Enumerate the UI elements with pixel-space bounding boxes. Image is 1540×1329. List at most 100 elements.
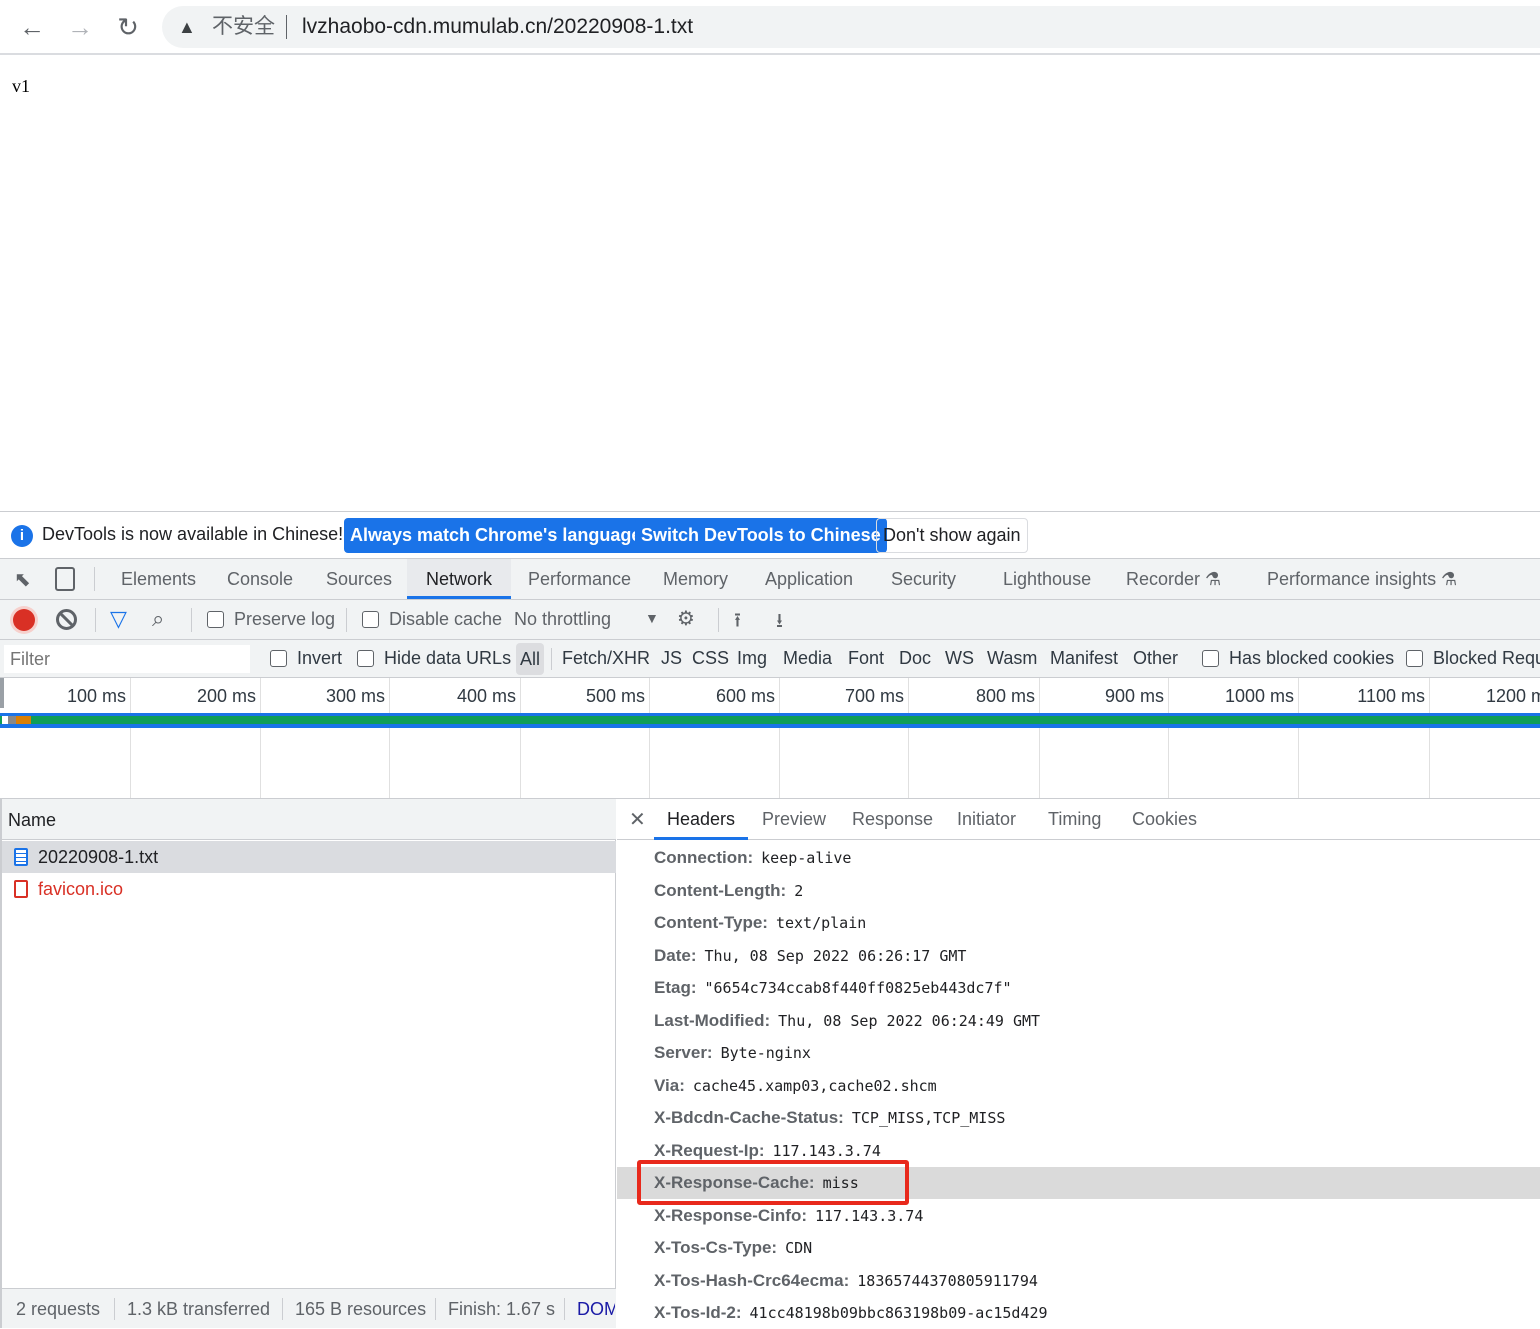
- response-header-row[interactable]: X-Bdcdn-Cache-Status: TCP_MISS,TCP_MISS: [617, 1102, 1540, 1134]
- response-header-row[interactable]: Last-Modified: Thu, 08 Sep 2022 06:24:49 …: [617, 1005, 1540, 1037]
- response-header-row[interactable]: X-Tos-Cs-Type: CDN: [617, 1232, 1540, 1264]
- tab-timing[interactable]: Timing: [1048, 809, 1101, 830]
- chevron-down-icon[interactable]: ▼: [645, 610, 659, 626]
- tab-security[interactable]: Security: [891, 559, 956, 599]
- blocked-requests-label: Blocked Requ: [1433, 648, 1540, 668]
- type-filter-font[interactable]: Font: [848, 648, 884, 669]
- request-row[interactable]: favicon.ico: [2, 873, 616, 905]
- reload-button[interactable]: ↻: [110, 10, 146, 46]
- tab-performance-insights[interactable]: Performance insights: [1267, 559, 1436, 599]
- invert-label: Invert: [297, 648, 343, 668]
- invert-checkbox[interactable]: [270, 650, 287, 667]
- export-har-icon[interactable]: ⭳: [776, 606, 783, 640]
- response-header-row[interactable]: X-Tos-Id-2: 41cc48198b09bbc863198b09-ac15…: [617, 1297, 1540, 1329]
- tab-elements[interactable]: Elements: [121, 559, 196, 599]
- header-name: Last-Modified:: [654, 1010, 771, 1030]
- tab-application[interactable]: Application: [765, 559, 853, 599]
- disable-cache-checkbox[interactable]: [362, 611, 379, 628]
- header-name: X-Tos-Cs-Type:: [654, 1238, 778, 1257]
- tab-response[interactable]: Response: [852, 809, 933, 830]
- import-har-icon[interactable]: ⭱: [734, 606, 741, 640]
- url-text[interactable]: lvzhaobo-cdn.mumulab.cn/20220908-1.txt: [302, 6, 693, 48]
- response-header-row[interactable]: Via: cache45.xamp03,cache02.shcm: [617, 1070, 1540, 1102]
- warning-icon: ▲: [178, 17, 196, 37]
- tab-cookies[interactable]: Cookies: [1132, 809, 1197, 830]
- timeline-handle[interactable]: [0, 678, 4, 708]
- type-filter-ws[interactable]: WS: [945, 648, 974, 669]
- record-button[interactable]: [13, 609, 35, 631]
- type-filter-js[interactable]: JS: [661, 648, 682, 669]
- type-filter-all[interactable]: All: [516, 643, 545, 675]
- timeline-tick-label: 600 ms: [715, 686, 775, 706]
- switch-to-chinese-button[interactable]: Switch DevTools to Chinese: [635, 518, 887, 553]
- response-header-row[interactable]: Content-Type: text/plain: [617, 907, 1540, 939]
- response-header-row[interactable]: Content-Length: 2: [617, 875, 1540, 907]
- inspect-element-icon[interactable]: ⬉: [14, 567, 31, 592]
- header-value: keep-alive: [761, 849, 852, 867]
- blocked-requests-checkbox[interactable]: [1406, 650, 1423, 667]
- response-header-row[interactable]: X-Tos-Hash-Crc64ecma: 1836574437080591179…: [617, 1265, 1540, 1297]
- preserve-log-checkbox[interactable]: [207, 611, 224, 628]
- network-conditions-icon[interactable]: ⚙: [677, 606, 695, 631]
- browser-toolbar: ← → ↻ ▲ 不安全 lvzhaobo-cdn.mumulab.cn/2022…: [0, 0, 1540, 55]
- security-label[interactable]: 不安全: [212, 6, 275, 48]
- timeline-tick-label: 1200 ms: [1485, 686, 1540, 706]
- timeline-gridline: [260, 678, 261, 798]
- request-row[interactable]: 20220908-1.txt: [2, 841, 616, 873]
- timeline-tick-label: 300 ms: [325, 686, 385, 706]
- type-filter-css[interactable]: CSS: [692, 648, 729, 669]
- tab-headers[interactable]: Headers: [654, 799, 749, 840]
- header-value: Thu, 08 Sep 2022 06:26:17 GMT: [704, 946, 967, 965]
- detail-tabs: ✕ Headers Preview Response Initiator Tim…: [617, 799, 1540, 840]
- tab-network[interactable]: Network: [407, 559, 511, 599]
- tab-console[interactable]: Console: [227, 559, 293, 599]
- header-name: Etag:: [654, 978, 697, 997]
- type-filter-fetch-xhr[interactable]: Fetch/XHR: [562, 648, 650, 669]
- type-filter-manifest[interactable]: Manifest: [1050, 648, 1118, 669]
- filter-icon[interactable]: ▽: [110, 606, 127, 632]
- name-column-header[interactable]: Name: [2, 799, 616, 840]
- header-value: 18365744370805911794: [857, 1271, 1038, 1290]
- has-blocked-cookies-checkbox[interactable]: [1202, 650, 1219, 667]
- tab-performance[interactable]: Performance: [528, 559, 631, 599]
- timeline-gridline: [1168, 678, 1169, 798]
- tab-memory[interactable]: Memory: [663, 559, 728, 599]
- type-filter-media[interactable]: Media: [783, 648, 832, 669]
- tab-initiator[interactable]: Initiator: [957, 809, 1016, 830]
- timeline-tick-label: 800 ms: [975, 686, 1035, 706]
- type-filter-other[interactable]: Other: [1133, 648, 1178, 669]
- close-icon[interactable]: ✕: [629, 807, 646, 832]
- type-filter-wasm[interactable]: Wasm: [987, 648, 1037, 669]
- response-header-row[interactable]: Etag: "6654c734ccab8f440ff0825eb443dc7f": [617, 972, 1540, 1004]
- type-filter-img[interactable]: Img: [737, 648, 767, 669]
- filter-input[interactable]: [4, 645, 250, 673]
- forward-button[interactable]: →: [62, 10, 98, 46]
- back-button[interactable]: ←: [14, 10, 50, 46]
- tab-lighthouse[interactable]: Lighthouse: [1003, 559, 1091, 599]
- device-toolbar-icon[interactable]: [55, 567, 75, 591]
- network-summary-bar: 2 requests 1.3 kB transferred 165 B reso…: [2, 1288, 616, 1328]
- experiment-flask-icon: ⚗: [1205, 569, 1222, 589]
- network-overview-timeline[interactable]: 100 ms 200 ms 300 ms 400 ms 500 ms 600 ms 700 …: [0, 678, 1540, 799]
- tab-sources[interactable]: Sources: [326, 559, 392, 599]
- response-header-row[interactable]: Server: Byte-nginx: [617, 1037, 1540, 1069]
- response-header-row[interactable]: Connection: keep-alive: [617, 842, 1540, 874]
- header-value: CDN: [785, 1239, 813, 1257]
- timeline-tick-label: 700 ms: [844, 686, 904, 706]
- divider: [346, 608, 347, 632]
- header-value: TCP_MISS,TCP_MISS: [851, 1109, 1006, 1127]
- request-list-panel: Name 20220908-1.txt favicon.ico 2 reques…: [0, 799, 616, 1328]
- dont-show-again-button[interactable]: Don't show again: [876, 518, 1028, 553]
- throttling-select[interactable]: No throttling: [514, 609, 611, 630]
- search-icon[interactable]: ⌕: [152, 606, 164, 632]
- address-bar[interactable]: ▲ 不安全 lvzhaobo-cdn.mumulab.cn/20220908-1…: [162, 6, 1540, 48]
- tab-recorder[interactable]: Recorder: [1126, 559, 1200, 599]
- header-value: 117.143.3.74: [815, 1206, 924, 1225]
- hide-data-urls-checkbox[interactable]: [357, 650, 374, 667]
- clear-icon[interactable]: [56, 609, 77, 630]
- header-value: "6654c734ccab8f440ff0825eb443dc7f": [704, 979, 1012, 997]
- always-match-language-button[interactable]: Always match Chrome's language: [344, 518, 648, 553]
- tab-preview[interactable]: Preview: [762, 809, 826, 830]
- type-filter-doc[interactable]: Doc: [899, 648, 931, 669]
- response-header-row[interactable]: Date: Thu, 08 Sep 2022 06:26:17 GMT: [617, 940, 1540, 972]
